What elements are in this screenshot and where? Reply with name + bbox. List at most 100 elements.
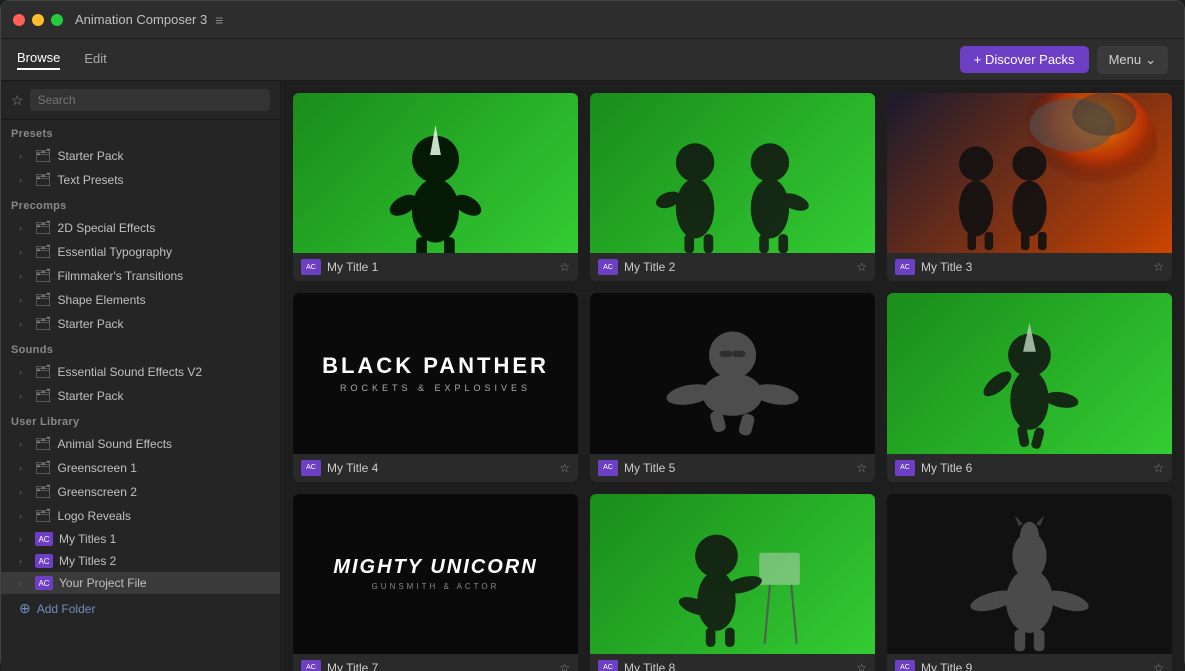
card-star-5[interactable]: ☆ (856, 461, 867, 475)
chevron-right-icon: › (19, 295, 29, 305)
sidebar-item-label: My Titles 2 (59, 554, 116, 568)
card-title-2: My Title 2 (624, 260, 850, 274)
section-sounds: Sounds (1, 336, 280, 360)
special-folder-icon: AC (35, 532, 53, 546)
card-type-icon-3: AC (895, 259, 915, 275)
hamburger-icon[interactable]: ≡ (215, 12, 223, 28)
sidebar-item-my-titles-1[interactable]: › AC My Titles 1 (1, 528, 280, 550)
card-my-title-8[interactable]: AC My Title 8 ☆ (590, 494, 875, 671)
sidebar-item-2d-special[interactable]: › 🗂 2D Special Effects (1, 216, 280, 240)
card-thumbnail-5 (590, 293, 875, 453)
sidebar-item-my-titles-2[interactable]: › AC My Titles 2 (1, 550, 280, 572)
card-type-icon-8: AC (598, 660, 618, 671)
card-type-icon-6: AC (895, 460, 915, 476)
folder-icon: 🗂 (35, 292, 52, 308)
folder-icon: 🗂 (35, 172, 52, 188)
card-title-9: My Title 9 (921, 661, 1147, 671)
sidebar-item-your-project[interactable]: › AC Your Project File (1, 572, 280, 594)
sidebar-item-starter-pack-3[interactable]: › 🗂 Starter Pack (1, 384, 280, 408)
folder-icon: 🗂 (35, 436, 52, 452)
card-star-6[interactable]: ☆ (1153, 461, 1164, 475)
card-info-6: AC My Title 6 ☆ (887, 454, 1172, 482)
sidebar-item-filmmakers-transitions[interactable]: › 🗂 Filmmaker's Transitions (1, 264, 280, 288)
minimize-button[interactable] (32, 14, 44, 26)
add-folder-label: Add Folder (37, 602, 96, 616)
card-my-title-7[interactable]: MIGHTY UNICORN GUNSMITH & ACTOR AC My Ti… (293, 494, 578, 671)
card-title-7: My Title 7 (327, 661, 553, 671)
add-folder-button[interactable]: ⊕ Add Folder (1, 594, 280, 623)
card-my-title-3[interactable]: AC My Title 3 ☆ (887, 93, 1172, 281)
close-button[interactable] (13, 14, 25, 26)
card-star-4[interactable]: ☆ (559, 461, 570, 475)
sidebar-item-label: Starter Pack (58, 317, 124, 331)
sidebar-item-label: Starter Pack (58, 389, 124, 403)
card-type-icon-7: AC (301, 660, 321, 671)
card-thumbnail-7: MIGHTY UNICORN GUNSMITH & ACTOR (293, 494, 578, 654)
card-info-1: AC My Title 1 ☆ (293, 253, 578, 281)
card-thumbnail-9 (887, 494, 1172, 654)
folder-icon: 🗂 (35, 244, 52, 260)
card-my-title-2[interactable]: AC My Title 2 ☆ (590, 93, 875, 281)
card-title-5: My Title 5 (624, 461, 850, 475)
chevron-right-icon: › (19, 367, 29, 377)
sidebar-item-text-presets[interactable]: › 🗂 Text Presets (1, 168, 280, 192)
content-grid: AC My Title 1 ☆ (293, 93, 1172, 671)
card-my-title-1[interactable]: AC My Title 1 ☆ (293, 93, 578, 281)
card-star-8[interactable]: ☆ (856, 661, 867, 671)
sidebar-item-logo-reveals[interactable]: › 🗂 Logo Reveals (1, 504, 280, 528)
chevron-right-icon: › (19, 151, 29, 161)
sidebar-item-label: Logo Reveals (58, 509, 131, 523)
sidebar-item-essential-sounds[interactable]: › 🗂 Essential Sound Effects V2 (1, 360, 280, 384)
chevron-right-icon: › (19, 511, 29, 521)
chevron-right-icon: › (19, 223, 29, 233)
card-info-4: AC My Title 4 ☆ (293, 454, 578, 482)
menu-button[interactable]: Menu ⌄ (1097, 46, 1168, 74)
sidebar-item-greenscreen-1[interactable]: › 🗂 Greenscreen 1 (1, 456, 280, 480)
card-star-3[interactable]: ☆ (1153, 260, 1164, 274)
discover-packs-button[interactable]: + Discover Packs (960, 46, 1089, 73)
search-input[interactable] (30, 89, 270, 111)
card-title-4: My Title 4 (327, 461, 553, 475)
card-type-icon-1: AC (301, 259, 321, 275)
sidebar-item-label: Text Presets (58, 173, 124, 187)
section-precomps: Precomps (1, 192, 280, 216)
sidebar-item-essential-typography[interactable]: › 🗂 Essential Typography (1, 240, 280, 264)
sidebar-item-greenscreen-2[interactable]: › 🗂 Greenscreen 2 (1, 480, 280, 504)
sidebar-item-starter-pack-1[interactable]: › 🗂 Starter Pack (1, 144, 280, 168)
card-my-title-4[interactable]: BLACK PANTHER ROCKETS & EXPLOSIVES AC My… (293, 293, 578, 481)
card-thumbnail-6 (887, 293, 1172, 453)
special-folder-icon: AC (35, 554, 53, 568)
tab-edit[interactable]: Edit (84, 51, 106, 69)
folder-icon: 🗂 (35, 268, 52, 284)
card-info-5: AC My Title 5 ☆ (590, 454, 875, 482)
sidebar-item-starter-pack-2[interactable]: › 🗂 Starter Pack (1, 312, 280, 336)
add-folder-icon: ⊕ (19, 600, 31, 617)
folder-icon: 🗂 (35, 316, 52, 332)
card-thumbnail-4: BLACK PANTHER ROCKETS & EXPLOSIVES (293, 293, 578, 453)
sidebar-item-animal-sounds[interactable]: › 🗂 Animal Sound Effects (1, 432, 280, 456)
tab-browse[interactable]: Browse (17, 50, 60, 70)
folder-icon: 🗂 (35, 220, 52, 236)
chevron-right-icon: › (19, 175, 29, 185)
card-my-title-9[interactable]: AC My Title 9 ☆ (887, 494, 1172, 671)
folder-icon: 🗂 (35, 508, 52, 524)
sidebar-item-shape-elements[interactable]: › 🗂 Shape Elements (1, 288, 280, 312)
card-thumbnail-2 (590, 93, 875, 253)
maximize-button[interactable] (51, 14, 63, 26)
card-info-7: AC My Title 7 ☆ (293, 654, 578, 671)
card-type-icon-2: AC (598, 259, 618, 275)
card-type-icon-5: AC (598, 460, 618, 476)
card-star-9[interactable]: ☆ (1153, 661, 1164, 671)
card-star-1[interactable]: ☆ (559, 260, 570, 274)
main-layout: ☆ Presets › 🗂 Starter Pack › 🗂 Text Pres… (1, 81, 1184, 671)
card-type-icon-9: AC (895, 660, 915, 671)
sidebar-item-label: Filmmaker's Transitions (58, 269, 184, 283)
favorites-star-icon[interactable]: ☆ (11, 92, 24, 109)
card-type-icon-4: AC (301, 460, 321, 476)
sidebar-item-label: 2D Special Effects (58, 221, 156, 235)
card-star-7[interactable]: ☆ (559, 661, 570, 671)
card-my-title-5[interactable]: AC My Title 5 ☆ (590, 293, 875, 481)
card-my-title-6[interactable]: AC My Title 6 ☆ (887, 293, 1172, 481)
chevron-down-icon: ⌄ (1145, 52, 1156, 68)
card-star-2[interactable]: ☆ (856, 260, 867, 274)
